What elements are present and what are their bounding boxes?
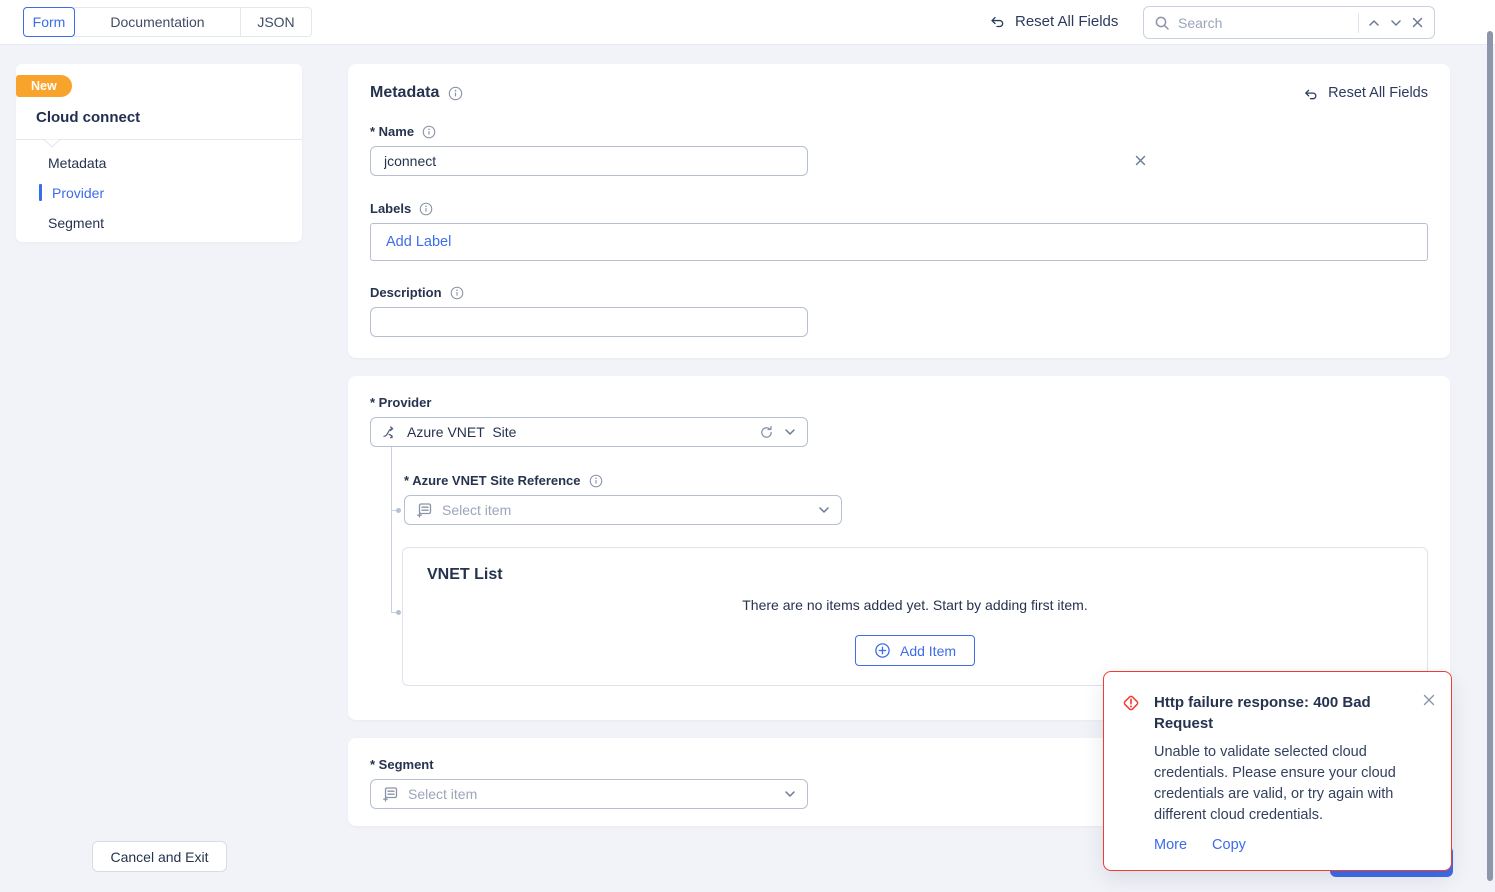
refresh-icon[interactable] xyxy=(759,425,774,440)
vnet-list-title: VNET List xyxy=(427,566,503,584)
card-reset-label: Reset All Fields xyxy=(1328,85,1428,101)
topbar: Form Documentation JSON Reset All Fields xyxy=(0,0,1495,45)
view-tabgroup: Form Documentation JSON xyxy=(23,7,312,37)
search-box xyxy=(1143,6,1435,39)
info-icon[interactable] xyxy=(448,86,463,101)
new-status-badge: New xyxy=(16,75,72,97)
name-clear-x-icon[interactable] xyxy=(1134,154,1147,167)
labels-input-area[interactable]: Add Label xyxy=(370,223,1428,261)
metadata-card-title: Metadata xyxy=(370,84,439,102)
metadata-card-header: Metadata Reset All Fields xyxy=(370,84,1428,102)
toast-close-icon[interactable] xyxy=(1422,693,1436,707)
vnet-reference-select[interactable]: Select item xyxy=(404,495,842,525)
info-icon[interactable] xyxy=(589,474,603,488)
tree-connector-line xyxy=(391,447,392,613)
tab-documentation[interactable]: Documentation xyxy=(74,7,241,37)
sidebar-item-provider[interactable]: Provider xyxy=(16,178,302,208)
name-input[interactable] xyxy=(370,146,808,176)
branch-icon xyxy=(381,424,398,441)
reset-all-fields-button[interactable]: Reset All Fields xyxy=(988,12,1118,30)
search-divider xyxy=(1358,13,1359,33)
collapse-caret-icon[interactable] xyxy=(44,139,60,148)
add-item-label: Add Item xyxy=(900,643,956,659)
add-item-button[interactable]: Add Item xyxy=(855,635,975,666)
sidebar-nav: Metadata Provider Segment xyxy=(16,148,302,238)
toast-copy-link[interactable]: Copy xyxy=(1212,837,1246,853)
chevron-down-icon[interactable] xyxy=(783,425,797,439)
metadata-card: Metadata Reset All Fields * Name xyxy=(348,64,1450,358)
chevron-down-icon[interactable] xyxy=(817,503,831,517)
provider-select[interactable]: Azure VNET Site xyxy=(370,417,808,447)
chevron-down-icon[interactable] xyxy=(783,787,797,801)
error-diamond-icon xyxy=(1121,693,1141,713)
search-close-icon[interactable] xyxy=(1411,16,1424,29)
toast-title: Http failure response: 400 Bad Request xyxy=(1154,692,1406,734)
segment-select-placeholder: Select item xyxy=(408,786,774,802)
vnet-list-empty-text: There are no items added yet. Start by a… xyxy=(403,597,1427,613)
labels-label-text: Labels xyxy=(370,201,411,216)
vnet-list-section: VNET List There are no items added yet. … xyxy=(402,547,1428,686)
search-input[interactable] xyxy=(1178,15,1350,31)
cancel-and-exit-button[interactable]: Cancel and Exit xyxy=(92,841,227,872)
toast-body-text: Unable to validate selected cloud creden… xyxy=(1154,742,1437,826)
list-add-icon xyxy=(415,501,433,519)
info-icon[interactable] xyxy=(422,125,436,139)
segment-select[interactable]: Select item xyxy=(370,779,808,809)
cloud-connect-form-screen: Form Documentation JSON Reset All Fields xyxy=(0,0,1495,892)
description-input[interactable] xyxy=(370,307,808,337)
tree-connector-dot xyxy=(396,610,401,615)
card-reset-all-fields-button[interactable]: Reset All Fields xyxy=(1302,85,1428,102)
description-label-text: Description xyxy=(370,285,442,300)
segment-label-text: * Segment xyxy=(370,757,434,772)
tree-connector-dot xyxy=(396,508,401,513)
add-label-link[interactable]: Add Label xyxy=(386,234,451,250)
error-toast: Http failure response: 400 Bad Request U… xyxy=(1103,671,1452,871)
provider-label-text: * Provider xyxy=(370,395,431,410)
labels-field-label: Labels xyxy=(370,201,433,216)
description-field-label: Description xyxy=(370,285,464,300)
tab-json[interactable]: JSON xyxy=(241,7,312,37)
vnet-reference-select-placeholder: Select item xyxy=(442,502,808,518)
sidebar-item-metadata[interactable]: Metadata xyxy=(16,148,302,178)
page-title: Cloud connect xyxy=(36,109,140,126)
info-icon[interactable] xyxy=(419,202,433,216)
provider-field-label: * Provider xyxy=(370,395,431,410)
vertical-scrollbar-thumb[interactable] xyxy=(1487,31,1493,881)
toast-links: More Copy xyxy=(1154,837,1246,853)
plus-circle-icon xyxy=(874,642,891,659)
segment-field-label: * Segment xyxy=(370,757,434,772)
search-next-chevron-down-icon[interactable] xyxy=(1389,16,1403,30)
toast-more-link[interactable]: More xyxy=(1154,837,1187,853)
vnet-reference-field-label: * Azure VNET Site Reference xyxy=(404,473,603,488)
tab-form[interactable]: Form xyxy=(23,7,75,37)
vnet-reference-label-text: * Azure VNET Site Reference xyxy=(404,473,581,488)
reset-undo-icon xyxy=(988,12,1006,30)
sidebar-item-segment[interactable]: Segment xyxy=(16,208,302,238)
reset-undo-icon xyxy=(1302,85,1319,102)
sidebar: New Cloud connect Metadata Provider Segm… xyxy=(16,64,302,242)
provider-select-value: Azure VNET Site xyxy=(407,424,750,440)
reset-all-fields-label: Reset All Fields xyxy=(1015,13,1118,30)
name-field-label: * Name xyxy=(370,124,436,139)
provider-card: * Provider Azure VNET Site xyxy=(348,376,1450,720)
search-icon xyxy=(1154,15,1170,31)
list-add-icon xyxy=(381,785,399,803)
search-prev-chevron-up-icon[interactable] xyxy=(1367,16,1381,30)
info-icon[interactable] xyxy=(450,286,464,300)
name-label-text: * Name xyxy=(370,124,414,139)
